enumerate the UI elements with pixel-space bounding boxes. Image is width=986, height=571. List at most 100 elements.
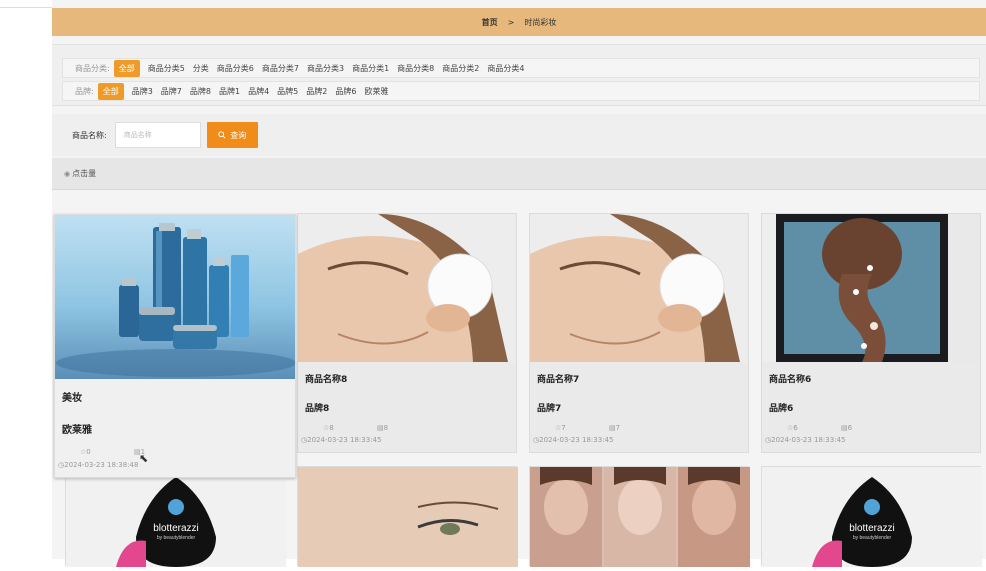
product-image-cosmetics[interactable] — [55, 215, 295, 379]
brand-item[interactable]: 品牌4 — [248, 86, 269, 97]
category-item[interactable]: 商品分类3 — [307, 63, 344, 74]
blotterazzi-sponge-illustration: blotterazzi by beautyblender — [66, 467, 286, 567]
product-brand: 品牌8 — [305, 404, 330, 414]
product-stats: ☆0 ▤1 — [55, 448, 295, 456]
product-time-value: 2024-03-23 18:33:45 — [539, 436, 614, 444]
search-button-label: 查询 — [230, 130, 247, 140]
product-card[interactable]: blotterazzi by beautyblender — [761, 466, 982, 567]
product-image-woman-cotton-pad[interactable] — [530, 214, 748, 362]
product-name-input[interactable]: 商品名称 — [114, 122, 201, 148]
cosmetics-bottles-illustration — [56, 223, 295, 377]
brand-item[interactable]: 品牌6 — [335, 86, 356, 97]
brand-item[interactable]: 品牌7 — [161, 86, 182, 97]
braided-hair-illustration — [762, 214, 980, 362]
contour-faces-illustration — [530, 462, 750, 567]
product-name[interactable]: 美妆 — [55, 389, 295, 404]
woman-brush-illustration — [298, 467, 518, 567]
sort-by-clicks[interactable]: 点击量 — [72, 168, 96, 179]
category-item[interactable]: 商品分类5 — [148, 63, 185, 74]
top-left-line — [0, 0, 52, 8]
click-count: 7 — [615, 424, 621, 432]
product-card[interactable]: 商品名称6 品牌6 ☆6 ▤6 ◷2024-03-23 18:33:45 — [761, 213, 981, 453]
category-item[interactable]: 商品分类8 — [397, 63, 434, 74]
brand-item[interactable]: 品牌3 — [132, 86, 153, 97]
woman-cotton-pad-illustration — [530, 214, 748, 362]
category-item[interactable]: 商品分类6 — [217, 63, 254, 74]
product-stats: ☆7 ▤7 — [530, 424, 748, 432]
breadcrumb-current: 时尚彩妆 — [524, 17, 557, 27]
category-item[interactable]: 商品分类4 — [487, 63, 524, 74]
product-image-woman-cotton-pad[interactable] — [298, 214, 516, 362]
blotterazzi-sponge-illustration: blotterazzi by beautyblender — [762, 467, 982, 567]
blotterazzi-sub: by beautyblender — [853, 535, 892, 541]
product-card[interactable] — [529, 462, 750, 567]
breadcrumb: 首页 > 时尚彩妆 — [52, 8, 986, 36]
product-time-value: 2024-03-23 18:33:45 — [771, 436, 846, 444]
product-brand: 欧莱雅 — [62, 425, 92, 436]
search-label: 商品名称: — [72, 130, 107, 140]
doc-icon: ▤ — [377, 424, 384, 432]
brand-item[interactable]: 品牌5 — [277, 86, 298, 97]
favorite-count: 6 — [793, 424, 798, 432]
click-count: 6 — [847, 424, 853, 432]
product-stats: ☆6 ▤6 — [762, 424, 980, 432]
sort-bar: ◉ 点击量 — [52, 158, 986, 190]
click-stat: ▤7 — [609, 424, 663, 432]
doc-icon: ▤ — [841, 424, 848, 432]
blotterazzi-brand: blotterazzi — [849, 523, 895, 534]
category-item[interactable]: 商品分类1 — [352, 63, 389, 74]
woman-cotton-pad-illustration — [298, 214, 516, 362]
blotterazzi-sub: by beautyblender — [157, 535, 196, 541]
search-panel: 商品名称: 商品名称 查询 — [52, 114, 986, 156]
product-name[interactable]: 商品名称7 — [530, 372, 748, 385]
product-time-value: 2024-03-23 18:38:48 — [64, 461, 139, 469]
product-name[interactable]: 商品名称6 — [762, 372, 980, 385]
category-label: 商品分类: — [75, 63, 110, 73]
product-card[interactable] — [297, 466, 518, 567]
breadcrumb-separator: > — [507, 17, 515, 27]
favorite-stat: ☆8 — [323, 424, 377, 432]
product-brand: 品牌7 — [537, 404, 562, 414]
favorite-count: 0 — [86, 448, 91, 456]
product-card[interactable]: 美妆 欧莱雅 ☆0 ▤1 ◷2024-03-23 18:38:48 — [54, 214, 296, 478]
favorite-count: 8 — [329, 424, 334, 432]
category-item[interactable]: 商品分类7 — [262, 63, 299, 74]
product-brand: 品牌6 — [769, 404, 794, 414]
brand-item[interactable]: 欧莱雅 — [364, 86, 388, 97]
product-card[interactable]: blotterazzi by beautyblender — [65, 466, 286, 567]
favorite-stat: ☆7 — [555, 424, 609, 432]
search-icon — [218, 131, 226, 139]
product-time: ◷2024-03-23 18:33:45 — [298, 436, 516, 444]
brand-item[interactable]: 品牌8 — [190, 86, 211, 97]
product-time: ◷2024-03-23 18:33:45 — [530, 436, 748, 444]
filter-panel: 商品分类: 全部 商品分类5 分类 商品分类6 商品分类7 商品分类3 商品分类… — [52, 44, 986, 106]
click-count: 8 — [383, 424, 389, 432]
favorite-count: 7 — [561, 424, 566, 432]
blotterazzi-brand: blotterazzi — [153, 523, 199, 534]
category-item[interactable]: 商品分类2 — [442, 63, 479, 74]
mouse-cursor-icon: ⬉ — [139, 452, 149, 465]
product-time: ◷2024-03-23 18:33:45 — [762, 436, 980, 444]
eye-icon: ◉ — [64, 169, 71, 178]
product-stats: ☆8 ▤8 — [298, 424, 516, 432]
product-card[interactable]: 商品名称7 品牌7 ☆7 ▤7 ◷2024-03-23 18:33:45 — [529, 213, 749, 453]
brand-filter-row: 品牌: 全部 品牌3 品牌7 品牌8 品牌1 品牌4 品牌5 品牌2 品牌6 欧… — [62, 81, 980, 101]
breadcrumb-home[interactable]: 首页 — [482, 17, 498, 28]
page: 首页 > 时尚彩妆 商品分类: 全部 商品分类5 分类 商品分类6 商品分类7 … — [52, 0, 986, 567]
product-card[interactable]: 商品名称8 品牌8 ☆8 ▤8 ◷2024-03-23 18:33:45 — [297, 213, 517, 453]
product-name[interactable]: 商品名称8 — [298, 372, 516, 385]
product-time-value: 2024-03-23 18:33:45 — [307, 436, 382, 444]
favorite-stat: ☆0 — [80, 448, 134, 456]
search-button[interactable]: 查询 — [206, 122, 258, 148]
category-item[interactable]: 分类 — [193, 63, 209, 74]
brand-label: 品牌: — [75, 86, 94, 96]
brand-item-all[interactable]: 全部 — [97, 82, 124, 100]
brand-item[interactable]: 品牌1 — [219, 86, 240, 97]
click-stat: ▤6 — [841, 424, 895, 432]
category-filter-row: 商品分类: 全部 商品分类5 分类 商品分类6 商品分类7 商品分类3 商品分类… — [62, 58, 980, 78]
category-item-all[interactable]: 全部 — [113, 59, 140, 77]
product-time: ◷2024-03-23 18:38:48 — [55, 461, 295, 469]
brand-item[interactable]: 品牌2 — [306, 86, 327, 97]
favorite-stat: ☆6 — [787, 424, 841, 432]
product-image-braided-hair[interactable] — [762, 214, 980, 362]
